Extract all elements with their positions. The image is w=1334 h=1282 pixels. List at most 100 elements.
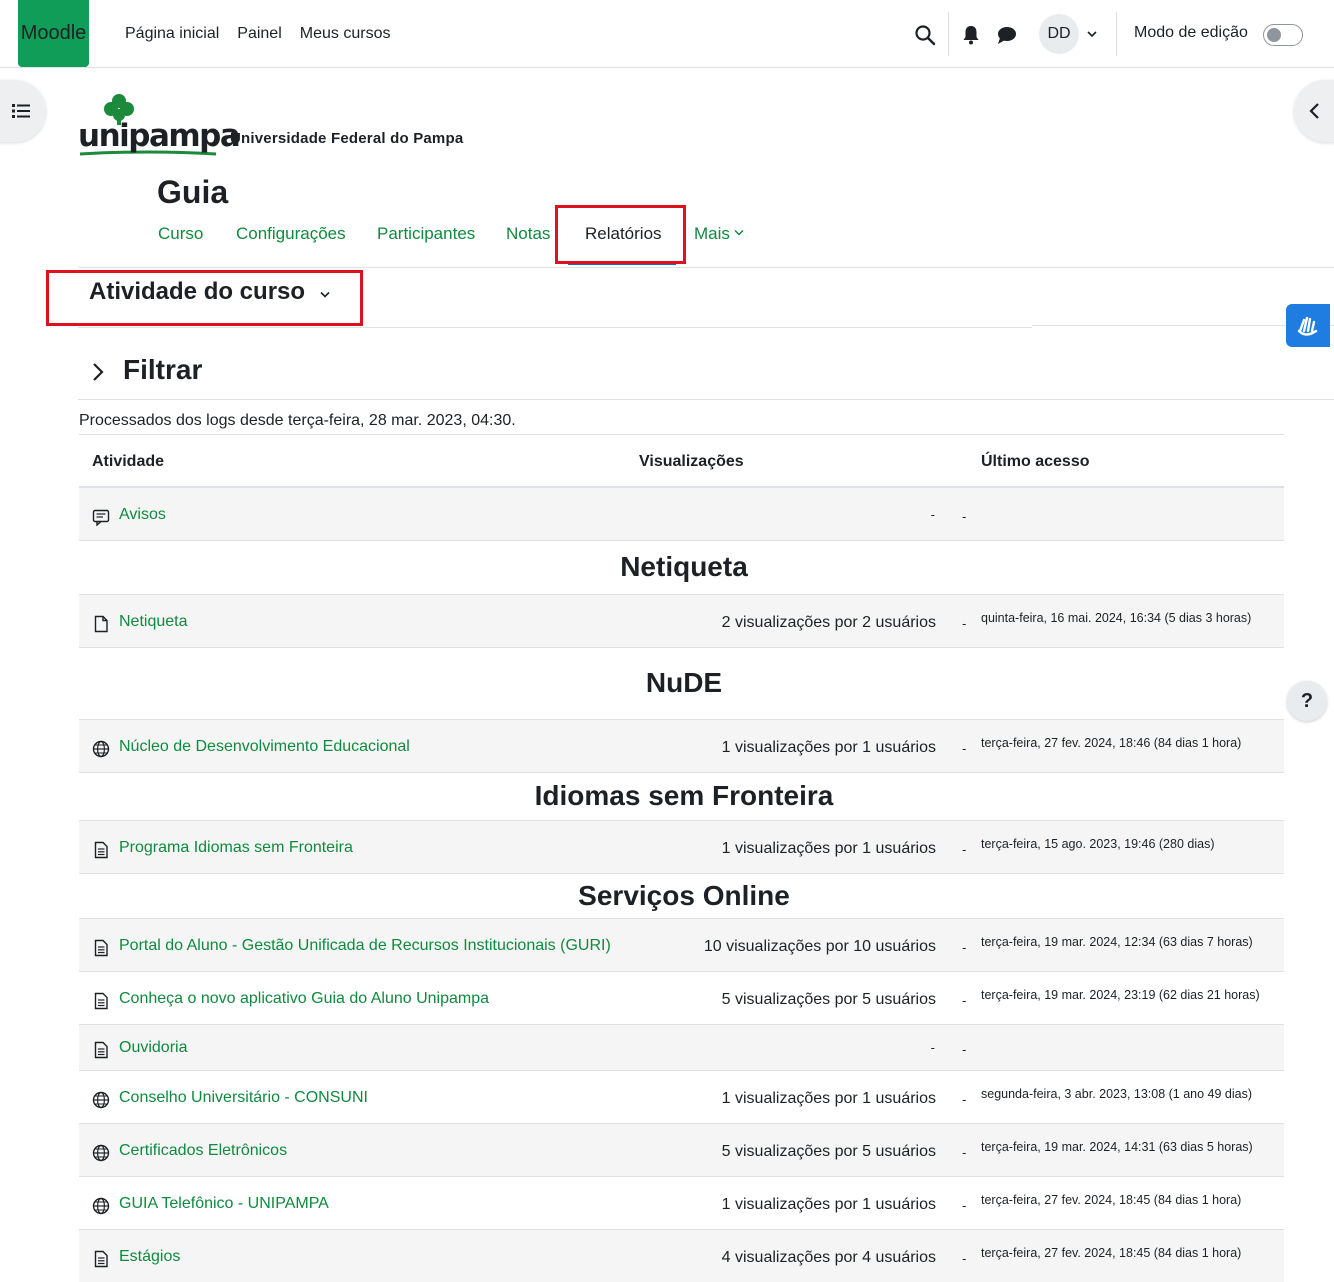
- views-separator: -: [962, 1250, 967, 1266]
- tab-course[interactable]: Curso: [158, 224, 203, 244]
- accessibility-widget-button[interactable]: [1286, 304, 1330, 347]
- top-navbar: Moodle Página inicial Painel Meus cursos…: [0, 0, 1334, 68]
- forum-icon: [92, 509, 110, 526]
- section-heading: Idiomas sem Fronteira: [534, 780, 834, 811]
- file-icon: [94, 615, 108, 632]
- activity-link[interactable]: GUIA Telefônico - UNIPAMPA: [119, 1195, 329, 1213]
- nav-home-link[interactable]: Página inicial: [125, 25, 219, 43]
- globe-icon: [92, 1091, 110, 1108]
- last-access-date: terça-feira, 15 ago. 2023, 19:46 (280 di…: [981, 836, 1215, 851]
- last-access-date: segunda-feira, 3 abr. 2023, 13:08 (1 ano…: [981, 1086, 1253, 1101]
- last-access-date: terça-feira, 27 fev. 2024, 18:46 (84 dia…: [981, 735, 1242, 750]
- section-heading: Netiqueta: [620, 551, 748, 582]
- edit-mode-toggle[interactable]: [1263, 24, 1303, 46]
- activity-link[interactable]: Ouvidoria: [119, 1039, 187, 1057]
- activity-link[interactable]: Programa Idiomas sem Fronteira: [119, 839, 353, 857]
- views-separator: -: [962, 1144, 967, 1160]
- bell-icon[interactable]: [962, 24, 980, 46]
- column-header-last-access[interactable]: Último acesso: [981, 453, 1089, 471]
- table-row: Certificados Eletrônicos 5 visualizações …: [79, 1124, 1284, 1177]
- user-avatar[interactable]: DD: [1039, 14, 1079, 54]
- section-heading: NuDE: [645, 667, 723, 698]
- globe-icon: [92, 1197, 110, 1214]
- table-row: Núcleo de Desenvolvimento Educacional 1 v…: [79, 720, 1284, 773]
- views-count: 5 visualizações por 5 usuários: [721, 1142, 936, 1160]
- views-count: 1 visualizações por 1 usuários: [721, 1195, 936, 1213]
- views-separator: -: [962, 1042, 967, 1057]
- activity-link[interactable]: Certificados Eletrônicos: [119, 1142, 287, 1160]
- globe-icon: [92, 740, 110, 757]
- section-heading-row: Netiqueta: [79, 541, 1284, 595]
- navbar-divider: [1116, 12, 1117, 56]
- table-row: GUIA Telefônico - UNIPAMPA 1 visualizaçõe…: [79, 1177, 1284, 1230]
- section-heading-row: Idiomas sem Fronteira: [79, 773, 1284, 821]
- views-count: 10 visualizações por 10 usuários: [703, 937, 936, 955]
- views-separator: -: [962, 939, 967, 955]
- views-separator: -: [962, 615, 967, 631]
- table-row: Conheça o novo aplicativo Guia do Aluno …: [79, 972, 1284, 1025]
- table-row: Portal do Aluno - Gestão Unificada de Re…: [79, 919, 1284, 972]
- section-heading: Serviços Online: [578, 879, 790, 911]
- table-row: Ouvidoria - -: [79, 1025, 1284, 1071]
- secondary-nav-divider: [78, 267, 1334, 268]
- views-count: 2 visualizações por 2 usuários: [721, 613, 936, 631]
- edit-mode-label: Modo de edição: [1134, 24, 1248, 41]
- list-icon: [12, 104, 30, 118]
- views-count: 5 visualizações por 5 usuários: [721, 990, 936, 1008]
- page-icon: [94, 1250, 108, 1267]
- tab-more[interactable]: Mais: [694, 224, 744, 244]
- sign-language-icon: [1297, 316, 1318, 336]
- filter-toggle-label[interactable]: Filtrar: [123, 354, 202, 386]
- tab-grades[interactable]: Notas: [506, 224, 550, 244]
- activity-link[interactable]: Conselho Universitário - CONSUNI: [119, 1089, 368, 1107]
- table-row: Estágios 4 visualizações por 4 usuários - t…: [79, 1230, 1284, 1282]
- views-separator: -: [962, 841, 967, 857]
- table-body: Avisos - - Netiqueta Netiqueta 2 visualizaçõe…: [79, 488, 1284, 1282]
- table-row: Avisos - -: [79, 488, 1284, 541]
- views-separator: -: [962, 740, 967, 756]
- page-icon: [94, 939, 108, 956]
- views-count: 4 visualizações por 4 usuários: [721, 1248, 936, 1266]
- last-access-date: terça-feira, 19 mar. 2024, 12:34 (63 dia…: [981, 934, 1253, 949]
- column-header-views[interactable]: Visualizações: [639, 453, 744, 471]
- last-access-date: terça-feira, 19 mar. 2024, 14:31 (63 dia…: [981, 1139, 1253, 1154]
- tab-participants[interactable]: Participantes: [377, 224, 475, 244]
- tab-settings[interactable]: Configurações: [236, 224, 346, 244]
- table-row: Programa Idiomas sem Fronteira 1 visualiz…: [79, 821, 1284, 874]
- table-row: Netiqueta 2 visualizações por 2 usuários -…: [79, 595, 1284, 648]
- block-drawer-toggle[interactable]: [1294, 80, 1334, 142]
- course-title: Guia: [157, 174, 229, 210]
- activity-link[interactable]: Núcleo de Desenvolvimento Educacional: [119, 738, 410, 756]
- last-access-date: terça-feira, 27 fev. 2024, 18:45 (84 dia…: [981, 1245, 1242, 1260]
- chevron-down-icon[interactable]: [1086, 28, 1098, 40]
- activity-link[interactable]: Avisos: [119, 506, 166, 524]
- activity-link[interactable]: Estágios: [119, 1248, 180, 1266]
- chat-icon[interactable]: [996, 24, 1018, 46]
- nav-dashboard-link[interactable]: Painel: [237, 25, 281, 43]
- views-count: 1 visualizações por 1 usuários: [721, 839, 936, 857]
- chevron-right-icon[interactable]: [88, 354, 108, 390]
- activity-link[interactable]: Netiqueta: [119, 613, 188, 631]
- activity-link[interactable]: Conheça o novo aplicativo Guia do Aluno …: [119, 990, 489, 1008]
- section-heading-row: NuDE: [79, 648, 1284, 720]
- nav-my-courses-link[interactable]: Meus cursos: [300, 25, 391, 43]
- activity-link[interactable]: Portal do Aluno - Gestão Unificada de Re…: [119, 937, 611, 955]
- column-header-activity[interactable]: Atividade: [92, 453, 164, 471]
- toggle-knob: [1267, 28, 1281, 42]
- moodle-logo[interactable]: Moodle: [18, 0, 89, 67]
- table-row: Conselho Universitário - CONSUNI 1 visual…: [79, 1071, 1284, 1124]
- views-count: 1 visualizações por 1 usuários: [721, 738, 936, 756]
- highlight-box-report-title: [46, 270, 363, 326]
- views-separator: -: [962, 508, 967, 524]
- views-separator: -: [962, 992, 967, 1008]
- views-count: -: [930, 1040, 935, 1055]
- page-icon: [94, 841, 108, 858]
- page-icon: [94, 1041, 108, 1059]
- navbar-divider: [948, 12, 949, 56]
- last-access-date: quinta-feira, 16 mai. 2024, 16:34 (5 dia…: [981, 610, 1252, 625]
- search-icon[interactable]: [914, 24, 936, 46]
- highlight-box-reports-tab: [555, 205, 686, 264]
- course-index-drawer-toggle[interactable]: [0, 80, 46, 142]
- university-logo: unipampa: [78, 92, 498, 162]
- divider: [78, 327, 1032, 328]
